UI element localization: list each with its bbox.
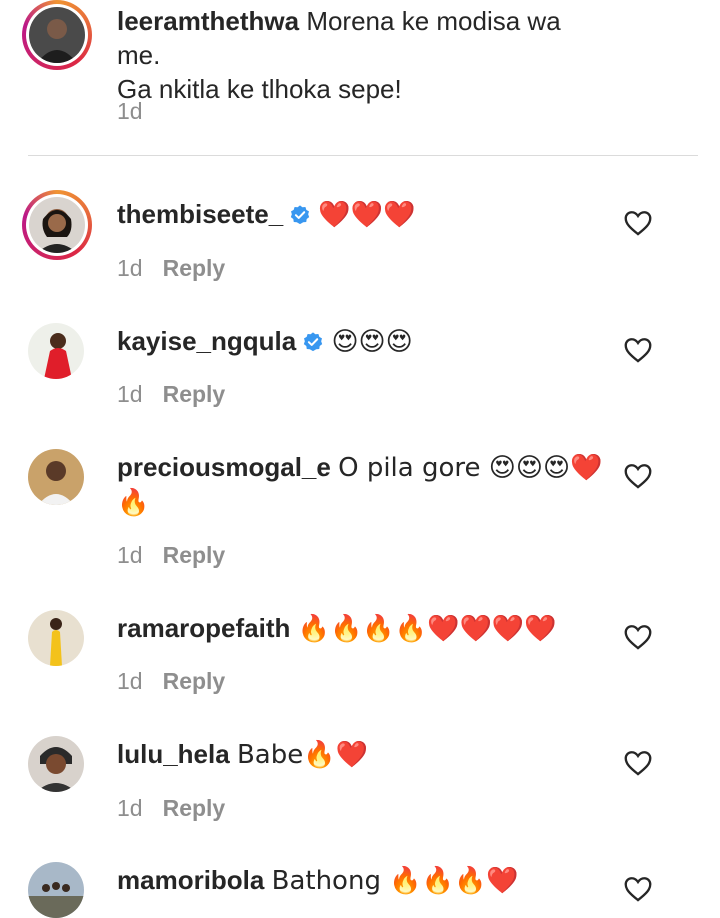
caption-meta: 1d [117, 98, 143, 125]
reply-button[interactable]: Reply [163, 668, 226, 694]
caption-text: leeramthethwa Morena ke modisa wa me. Ga… [117, 4, 610, 106]
post-caption: leeramthethwa Morena ke modisa wa me. Ga… [0, 0, 720, 156]
reply-button[interactable]: Reply [163, 795, 226, 821]
comment-time: 1d [117, 795, 143, 821]
heart-outline-icon[interactable] [624, 624, 652, 650]
avatar[interactable] [28, 323, 84, 379]
avatar[interactable] [28, 610, 84, 666]
comment-time: 1d [117, 255, 143, 281]
avatar[interactable] [29, 7, 85, 63]
comment-body: 🔥🔥🔥🔥❤️❤️❤️❤️ [297, 614, 557, 644]
comment-text: lulu_hela Babe🔥❤️ [117, 737, 610, 772]
heart-outline-icon[interactable] [624, 337, 652, 363]
divider [28, 155, 698, 156]
reply-button[interactable]: Reply [163, 381, 226, 407]
comment-text: kayise_ngqula 😍😍😍 [117, 324, 610, 359]
comment-body: Babe🔥❤️ [236, 740, 368, 770]
reply-button[interactable]: Reply [163, 542, 226, 568]
comment-meta: 1d Reply [117, 255, 225, 282]
avatar[interactable] [28, 736, 84, 792]
heart-outline-icon[interactable] [624, 463, 652, 489]
comment-text: preciousmogal_e O pila gore 😍😍😍❤️ 🔥 [117, 450, 610, 520]
avatar[interactable] [28, 449, 84, 505]
comment-body: ❤️❤️❤️ [318, 200, 416, 230]
comment-meta: 1d Reply [117, 542, 225, 569]
caption-username[interactable]: leeramthethwa [117, 6, 299, 36]
caption-body-line2: Ga nkitla ke tlhoka sepe! [117, 74, 402, 104]
avatar[interactable] [28, 862, 84, 918]
comment-time: 1d [117, 381, 143, 407]
comment-meta: 1d Reply [117, 795, 225, 822]
heart-outline-icon[interactable] [624, 876, 652, 902]
comment-meta: 1d Reply [117, 381, 225, 408]
comment-username[interactable]: kayise_ngqula [117, 326, 296, 356]
comment-text: mamoribola Bathong 🔥🔥🔥❤️ [117, 863, 610, 898]
heart-outline-icon[interactable] [624, 750, 652, 776]
heart-outline-icon[interactable] [624, 210, 652, 236]
comment-username[interactable]: mamoribola [117, 865, 264, 895]
comment-time: 1d [117, 542, 143, 568]
comment-username[interactable]: ramaropefaith [117, 613, 290, 643]
comment-username[interactable]: preciousmogal_e [117, 452, 331, 482]
comment-meta: 1d Reply [117, 668, 225, 695]
comment-username[interactable]: lulu_hela [117, 739, 230, 769]
verified-badge-icon [304, 332, 323, 352]
comment-username[interactable]: thembiseete_ [117, 199, 283, 229]
reply-button[interactable]: Reply [163, 255, 226, 281]
comment-time: 1d [117, 668, 143, 694]
verified-badge-icon [291, 205, 310, 225]
comment-body-line2: 🔥 [117, 488, 150, 518]
comment-text: thembiseete_ ❤️❤️❤️ [117, 197, 610, 232]
comment-body: O pila gore 😍😍😍❤️ [338, 453, 603, 483]
comment-text: ramaropefaith 🔥🔥🔥🔥❤️❤️❤️❤️ [117, 611, 610, 646]
comment-body: 😍😍😍 [331, 327, 413, 357]
caption-time: 1d [117, 98, 143, 124]
avatar[interactable] [29, 197, 85, 253]
comment-body: Bathong 🔥🔥🔥❤️ [271, 866, 519, 896]
